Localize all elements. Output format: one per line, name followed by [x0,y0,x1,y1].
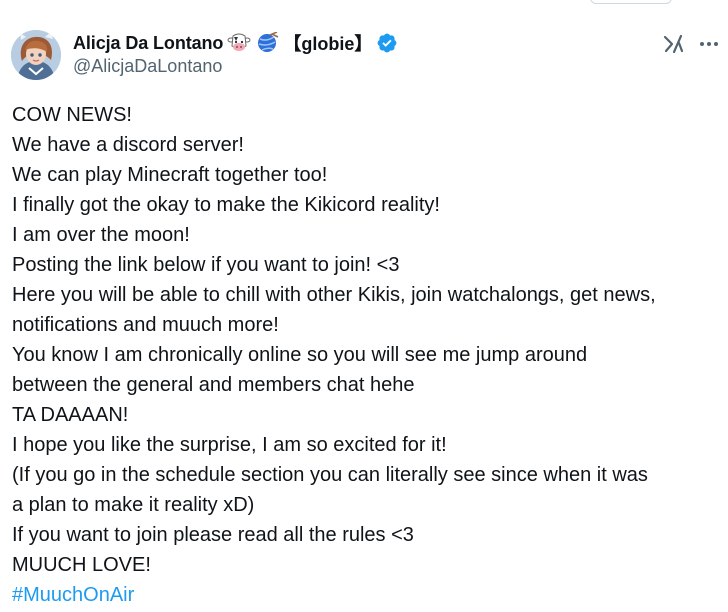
tweet-text-line: You know I am chronically online so you … [12,344,588,366]
hashtag-link[interactable]: #MuuchOnAir [12,580,724,610]
display-name[interactable]: Alicja Da Lontano [73,33,223,54]
tweet-text-line: TA DAAAAN! [12,404,129,426]
cow-face-icon [227,31,251,55]
tweet-text-line: I am over the moon! [12,224,190,246]
tweet-text-line: a plan to make it reality xD) [12,494,255,516]
verified-badge-icon [376,32,398,54]
tweet-text-line: I finally got the okay to make the Kikic… [12,194,440,216]
tweet-text: COW NEWS! We have a discord server! We c… [12,100,724,610]
avatar-illustration-icon [11,30,61,80]
tweet-text-line: Posting the link below if you want to jo… [12,254,400,276]
tweet: Alicja Da Lontano 【globie】 @AlicjaDaLont… [0,0,728,612]
tweet-text-line: COW NEWS! [12,104,132,126]
tweet-text-line: I hope you like the surprise, I am so ex… [12,434,447,456]
yarn-icon [255,31,279,55]
grok-button[interactable] [660,30,688,58]
tweet-text-line: We have a discord server! [12,134,244,156]
tweet-text-line: between the general and members chat heh… [12,374,415,396]
tweet-text-line: Here you will be able to chill with othe… [12,284,656,306]
tweet-text-line: We can play Minecraft together too! [12,164,328,186]
more-options-button[interactable] [695,30,723,58]
author-name-row[interactable]: Alicja Da Lontano 【globie】 [73,30,398,56]
tweet-text-line: If you want to join please read all the … [12,524,414,546]
more-options-icon [700,42,718,46]
author-handle[interactable]: @AlicjaDaLontano [73,56,222,77]
tweet-text-line: notifications and muuch more! [12,314,279,336]
tweet-text-line: MUUCH LOVE! [12,554,151,576]
name-suffix: 【globie】 [283,34,373,54]
grok-icon [663,34,684,54]
avatar[interactable] [11,30,61,80]
tweet-text-line: (If you go in the schedule section you c… [12,464,648,486]
